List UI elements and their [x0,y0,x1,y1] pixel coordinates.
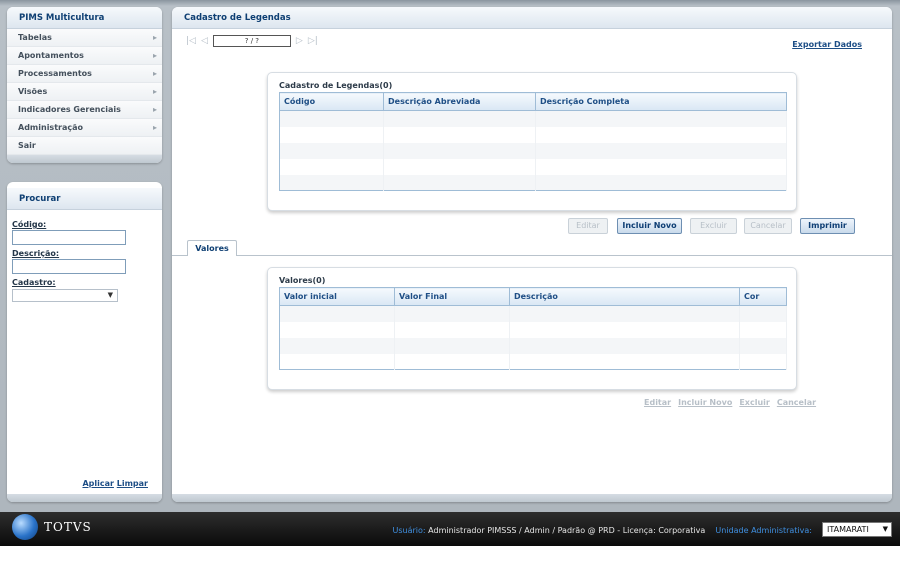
codigo-input[interactable] [12,230,126,245]
chevron-right-icon: ▸ [152,87,157,96]
legendas-table: Código Descrição Abreviada Descrição Com… [279,92,787,191]
record-pager: |◁ ◁ ? / ? ▷ ▷| [186,35,318,47]
last-page-icon[interactable]: ▷| [308,36,318,46]
unit-select[interactable]: ITAMARATI ▼ [822,522,892,537]
record-position-field[interactable]: ? / ? [212,35,291,47]
menu-item-label: Sair [18,141,36,150]
legendas-groupbox: Cadastro de Legendas(0) Código Descrição… [267,72,797,211]
table-row [279,337,787,354]
valores-actions: Editar Incluir Novo Excluir Cancelar [644,398,816,407]
legendas-title: Cadastro de Legendas(0) [279,81,393,90]
brand-name: TOTVS [44,520,92,534]
valores-add-link[interactable]: Incluir Novo [678,398,732,407]
valores-table: Valor inicial Valor Final Descrição Cor [279,287,787,370]
unit-select-value: ITAMARATI [827,525,869,534]
column-header-codigo[interactable]: Código [279,92,384,111]
main-menu-panel: PIMS Multicultura Tabelas ▸ Apontamentos ▸… [7,7,162,163]
user-label: Usuário: [392,526,426,535]
valores-groupbox: Valores(0) Valor inicial Valor Final Des… [267,267,797,390]
cadastro-label: Cadastro: [12,278,56,287]
print-button[interactable]: Imprimir [800,218,855,234]
totvs-logo: TOTVS [12,514,92,540]
menu-item-label: Indicadores Gerenciais [18,105,121,114]
menu-item-sair[interactable]: Sair [7,137,162,155]
menu-item-label: Processamentos [18,69,92,78]
valores-title: Valores(0) [279,276,326,285]
next-page-icon[interactable]: ▷ [296,36,303,46]
menu-item-processamentos[interactable]: Processamentos ▸ [7,65,162,83]
page-title: Cadastro de Legendas [172,7,892,29]
search-title: Procurar [7,188,162,210]
table-row [279,353,787,370]
codigo-label: Código: [12,220,47,229]
chevron-right-icon: ▸ [152,105,157,114]
valores-edit-link[interactable]: Editar [644,398,671,407]
panel-footer-bar [7,494,162,502]
valores-cancel-link[interactable]: Cancelar [777,398,816,407]
column-header-cor[interactable]: Cor [739,287,787,306]
delete-button[interactable]: Excluir [690,218,737,234]
valores-delete-link[interactable]: Excluir [739,398,770,407]
export-data-link[interactable]: Exportar Dados [792,40,862,49]
tab-valores[interactable]: Valores [187,240,237,256]
clear-link[interactable]: Limpar [117,479,148,488]
cadastro-select[interactable]: ▼ [12,289,118,302]
menu-item-visoes[interactable]: Visões ▸ [7,83,162,101]
apply-link[interactable]: Aplicar [82,479,114,488]
dropdown-caret-icon: ▼ [107,291,113,299]
panel-footer-bar [172,494,892,502]
menu-title: PIMS Multicultura [7,7,162,29]
user-info: Administrador PIMSSS / Admin / Padrão @ … [428,526,706,535]
chevron-right-icon: ▸ [152,69,157,78]
main-panel: Cadastro de Legendas |◁ ◁ ? / ? ▷ ▷| Exp… [172,7,892,502]
add-new-button[interactable]: Incluir Novo [617,218,682,234]
table-row [279,142,787,159]
descricao-label: Descrição: [12,249,60,258]
search-panel: Procurar Código: Descrição: Cadastro: ▼ … [7,182,162,502]
menu-item-label: Tabelas [18,33,52,42]
descricao-input[interactable] [12,259,126,274]
menu-item-administracao[interactable]: Administração ▸ [7,119,162,137]
panel-footer-bar [7,155,162,163]
column-header-descricao-completa[interactable]: Descrição Completa [535,92,787,111]
chevron-right-icon: ▸ [152,51,157,60]
tab-divider [172,255,892,256]
table-row [279,126,787,143]
status-footer: TOTVS Usuário: Administrador PIMSSS / Ad… [0,512,900,546]
table-row [279,158,787,175]
table-row [279,110,787,127]
chevron-right-icon: ▸ [152,33,157,42]
column-header-descricao[interactable]: Descrição [509,287,740,306]
unit-label: Unidade Administrativa: [715,526,812,535]
table-row [279,321,787,338]
menu-item-label: Apontamentos [18,51,84,60]
column-header-valor-final[interactable]: Valor Final [394,287,510,306]
prev-page-icon[interactable]: ◁ [201,36,208,46]
menu-item-tabelas[interactable]: Tabelas ▸ [7,29,162,47]
edit-button[interactable]: Editar [568,218,608,234]
session-info: Usuário: Administrador PIMSSS / Admin / … [393,526,812,535]
column-header-valor-inicial[interactable]: Valor inicial [279,287,395,306]
dropdown-caret-icon: ▼ [882,525,888,533]
chevron-right-icon: ▸ [152,123,157,132]
cancel-button[interactable]: Cancelar [744,218,792,234]
table-row [279,305,787,322]
menu-item-indicadores[interactable]: Indicadores Gerenciais ▸ [7,101,162,119]
search-actions: Aplicar Limpar [82,479,148,488]
menu-item-label: Visões [18,87,48,96]
column-header-descricao-abreviada[interactable]: Descrição Abreviada [383,92,536,111]
menu-item-label: Administração [18,123,83,132]
totvs-logo-icon [12,514,38,540]
table-row [279,174,787,191]
menu-item-apontamentos[interactable]: Apontamentos ▸ [7,47,162,65]
record-toolbar: |◁ ◁ ? / ? ▷ ▷| Exportar Dados [172,29,892,55]
first-page-icon[interactable]: |◁ [186,36,196,46]
